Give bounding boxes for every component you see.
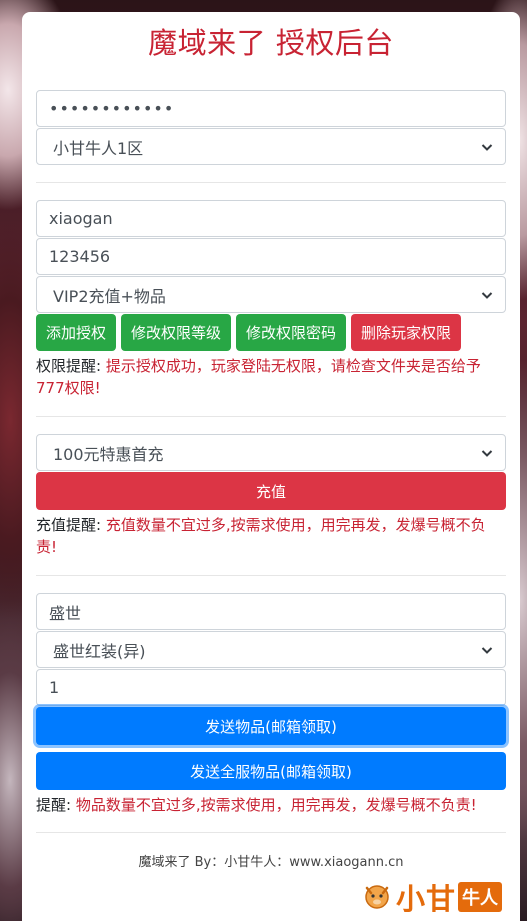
player-username-input[interactable]: xiaogan	[36, 200, 506, 237]
recharge-note-label: 充值提醒:	[36, 516, 102, 534]
items-note-text: 物品数量不宜过多,按需求使用，用完再发，发爆号概不负责!	[75, 796, 477, 814]
chevron-down-icon	[481, 289, 493, 301]
permission-note-label: 权限提醒:	[36, 357, 102, 375]
items-note-label: 提醒:	[36, 796, 72, 814]
send-all-items-button[interactable]: 发送全服物品(邮箱领取)	[36, 752, 506, 790]
item-select-value: 盛世红装(异)	[53, 641, 146, 661]
delete-permission-button[interactable]: 删除玩家权限	[351, 314, 462, 351]
footer-credit: 魔域来了 By：小甘牛人：www.xiaogann.cn	[138, 855, 404, 870]
permission-note: 权限提醒: 提示授权成功，玩家登陆无权限，请检查文件夹是否给予777权限!	[36, 355, 506, 399]
recharge-package-select[interactable]: 100元特惠首充	[36, 434, 506, 471]
server-select-value: 小甘牛人1区	[53, 138, 144, 158]
divider	[36, 416, 506, 417]
permission-note-text: 提示授权成功，玩家登陆无权限，请检查文件夹是否给予777权限!	[36, 357, 481, 397]
watermark-logo: 小甘 牛人	[360, 872, 527, 921]
admin-panel: 魔域来了 授权后台 •••••••••••• 小甘牛人1区 xiaogan 12…	[22, 12, 520, 921]
chevron-down-icon	[481, 447, 493, 459]
send-item-button[interactable]: 发送物品(邮箱领取)	[36, 707, 506, 745]
add-permission-button[interactable]: 添加授权	[36, 314, 117, 351]
item-category-input[interactable]: 盛世	[36, 593, 506, 630]
chevron-down-icon	[481, 644, 493, 656]
divider	[36, 182, 506, 183]
recharge-note-text: 充值数量不宜过多,按需求使用，用完再发，发爆号概不负责!	[36, 516, 486, 556]
page-title: 魔域来了 授权后台	[148, 26, 394, 60]
chevron-down-icon	[481, 141, 493, 153]
divider	[36, 575, 506, 576]
item-quantity-input[interactable]: 1	[36, 669, 506, 706]
recharge-button[interactable]: 充值	[36, 472, 506, 510]
admin-password-input[interactable]: ••••••••••••	[36, 90, 506, 127]
permission-level-value: VIP2充值+物品	[53, 286, 166, 306]
items-note: 提醒: 物品数量不宜过多,按需求使用，用完再发，发爆号概不负责!	[36, 794, 506, 816]
modify-level-button[interactable]: 修改权限等级	[121, 314, 232, 351]
watermark-text: 小甘	[396, 881, 457, 916]
item-select[interactable]: 盛世红装(异)	[36, 631, 506, 668]
modify-password-button[interactable]: 修改权限密码	[236, 314, 347, 351]
cow-mascot-icon	[360, 878, 394, 916]
recharge-note: 充值提醒: 充值数量不宜过多,按需求使用，用完再发，发爆号概不负责!	[36, 514, 506, 558]
footer-divider	[36, 832, 506, 833]
permission-button-group: 添加授权 修改权限等级 修改权限密码 删除玩家权限	[36, 314, 516, 351]
player-password-input[interactable]: 123456	[36, 238, 506, 275]
permission-level-select[interactable]: VIP2充值+物品	[36, 276, 506, 313]
recharge-package-value: 100元特惠首充	[53, 444, 164, 464]
watermark-tag: 牛人	[458, 881, 503, 912]
server-select[interactable]: 小甘牛人1区	[36, 128, 506, 165]
